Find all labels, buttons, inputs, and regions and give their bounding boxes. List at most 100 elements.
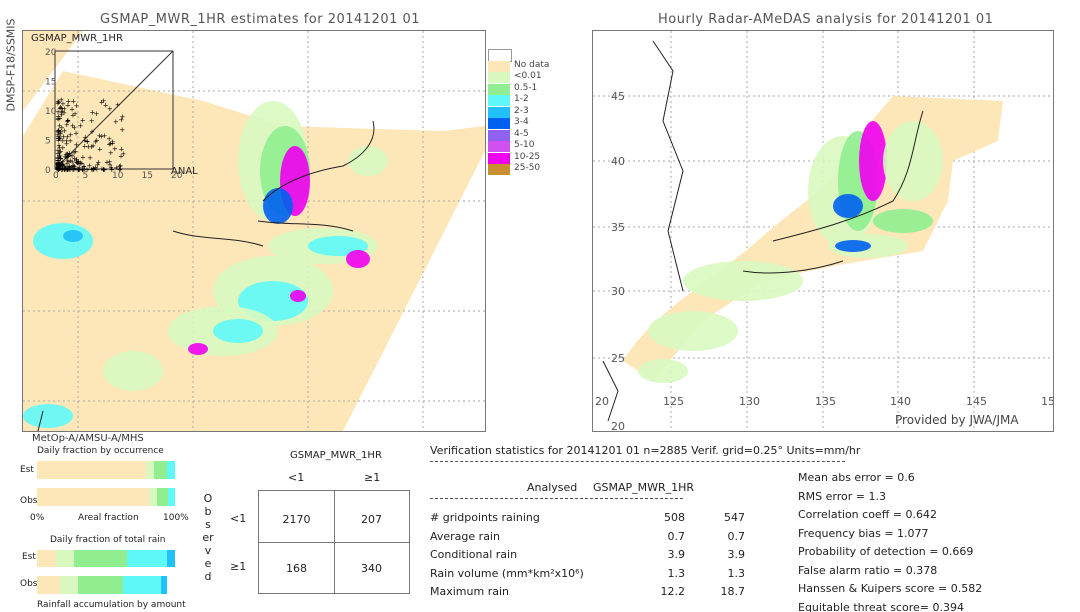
score-item: RMS error = 1.3 bbox=[798, 489, 886, 503]
scatter-point: + bbox=[101, 132, 107, 140]
inset-y-tick: 5 bbox=[45, 137, 51, 147]
legend-label: 2-3 bbox=[514, 105, 529, 116]
bar-segment bbox=[37, 576, 61, 594]
legend-item: 4-5 bbox=[488, 128, 608, 141]
scatter-point: + bbox=[119, 126, 125, 134]
scatter-point: + bbox=[72, 163, 78, 171]
lat-label: 45 bbox=[611, 90, 625, 103]
legend-item bbox=[488, 49, 608, 62]
scatter-point: + bbox=[87, 154, 93, 162]
score-item: Equitable threat score= 0.394 bbox=[798, 600, 964, 612]
rain-area bbox=[859, 121, 887, 201]
lat-label: 30 bbox=[611, 285, 625, 298]
rain-area bbox=[290, 290, 306, 302]
contingency-observed-label: Observed bbox=[202, 492, 214, 583]
scatter-point: + bbox=[99, 99, 105, 107]
score-item: Probability of detection = 0.669 bbox=[798, 545, 974, 558]
left-map-title: GSMAP_MWR_1HR estimates for 20141201 01 bbox=[100, 12, 421, 27]
rain-area bbox=[638, 359, 688, 383]
bar-segment bbox=[56, 550, 75, 567]
legend-item: 25-50 bbox=[488, 163, 608, 175]
legend-label: <0.01 bbox=[514, 71, 542, 81]
lon-label: 15 bbox=[1041, 395, 1053, 408]
scatter-point: + bbox=[118, 146, 124, 154]
inset-y-tick: 20 bbox=[45, 48, 57, 58]
stat-row-label: Rain volume (mm*km²x10⁶) bbox=[430, 566, 584, 580]
bar-segment bbox=[37, 488, 149, 506]
bar-segment bbox=[126, 550, 167, 567]
dashed-divider bbox=[430, 498, 683, 499]
inset-x-label: ANAL bbox=[171, 166, 198, 177]
occurrence-est-bar bbox=[37, 461, 175, 479]
total-rain-footer: Rainfall accumulation by amount bbox=[37, 600, 186, 610]
legend-item: 10-25 bbox=[488, 151, 608, 164]
scatter-point: + bbox=[71, 124, 77, 132]
score-item: Mean abs error = 0.6 bbox=[798, 471, 915, 484]
total-rain-title: Daily fraction of total rain bbox=[50, 535, 166, 545]
scatter-point: + bbox=[59, 162, 65, 170]
contingency-col-lt1: <1 bbox=[288, 471, 305, 484]
contingency-title: GSMAP_MWR_1HR bbox=[290, 450, 382, 461]
occurrence-est-label: Est bbox=[20, 465, 34, 475]
bar-segment bbox=[166, 461, 175, 479]
lon-label: 125 bbox=[663, 395, 684, 408]
lat-label: 25 bbox=[611, 352, 625, 365]
stat-row-label: Conditional rain bbox=[430, 548, 518, 561]
legend-label: 25-50 bbox=[514, 163, 541, 173]
occurrence-obs-label: Obs bbox=[20, 496, 38, 506]
lon-label: 135 bbox=[815, 395, 836, 408]
lon-label: 140 bbox=[890, 395, 911, 408]
scatter-point: + bbox=[84, 138, 90, 146]
legend-label: 4-5 bbox=[514, 128, 529, 139]
legend-item: 5-10 bbox=[488, 140, 608, 152]
rain-area bbox=[346, 250, 370, 268]
legend-swatch bbox=[488, 118, 510, 129]
rain-area bbox=[263, 188, 293, 224]
bar-segment bbox=[157, 488, 169, 506]
lon-label: 20 bbox=[595, 395, 609, 408]
contingency-col-ge1: ≥1 bbox=[364, 471, 381, 484]
rain-area bbox=[833, 194, 863, 218]
legend-label: 10-25 bbox=[514, 151, 541, 162]
inset-y-tick: 15 bbox=[45, 78, 56, 88]
rain-area bbox=[873, 209, 933, 233]
legend-item: 3-4 bbox=[488, 117, 608, 129]
right-map: 45 40 35 30 25 20 20 125 130 135 140 145 15 Provided… bbox=[592, 30, 1055, 433]
scatter-point: + bbox=[61, 127, 67, 135]
scatter-point: + bbox=[65, 117, 71, 125]
legend-swatch bbox=[488, 152, 510, 164]
lat-label: 20 bbox=[611, 420, 625, 431]
rain-area bbox=[33, 223, 93, 259]
total-rain-obs-bar bbox=[37, 576, 175, 594]
stat-analysed-value: 3.9 bbox=[667, 548, 686, 561]
rain-area bbox=[103, 351, 163, 391]
rain-area bbox=[63, 230, 83, 242]
scatter-point: + bbox=[58, 96, 64, 104]
legend-swatch bbox=[488, 141, 510, 152]
stat-analysed-value: 12.2 bbox=[660, 585, 686, 598]
scatter-point: + bbox=[90, 108, 96, 116]
bar-segment bbox=[74, 550, 127, 567]
bar-segment bbox=[122, 576, 162, 594]
left-side-label: DMSP-F18/SSMIS bbox=[4, 18, 18, 112]
rain-area bbox=[188, 343, 208, 355]
lon-label: 145 bbox=[966, 395, 987, 408]
legend-swatch bbox=[488, 106, 510, 118]
scatter-point: + bbox=[89, 128, 95, 136]
rain-area bbox=[213, 319, 263, 343]
bar-segment bbox=[166, 550, 175, 567]
scatter-point: + bbox=[60, 137, 66, 145]
rain-area bbox=[883, 121, 943, 201]
lat-label: 40 bbox=[611, 155, 625, 168]
bar-segment bbox=[168, 488, 175, 506]
contingency-table: 2170 207 168 340 bbox=[258, 490, 410, 594]
legend-label: 0.5-1 bbox=[514, 82, 538, 93]
cell-hit: 340 bbox=[361, 562, 382, 575]
legend-item: <0.01 bbox=[488, 71, 608, 83]
occurrence-obs-bar bbox=[37, 488, 175, 506]
scatter-point: + bbox=[107, 105, 113, 113]
scatter-point: + bbox=[72, 147, 78, 155]
total-rain-est-bar bbox=[37, 550, 175, 567]
inset-x-tick: 15 bbox=[142, 171, 153, 181]
score-item: Hanssen & Kuipers score = 0.582 bbox=[798, 582, 983, 595]
